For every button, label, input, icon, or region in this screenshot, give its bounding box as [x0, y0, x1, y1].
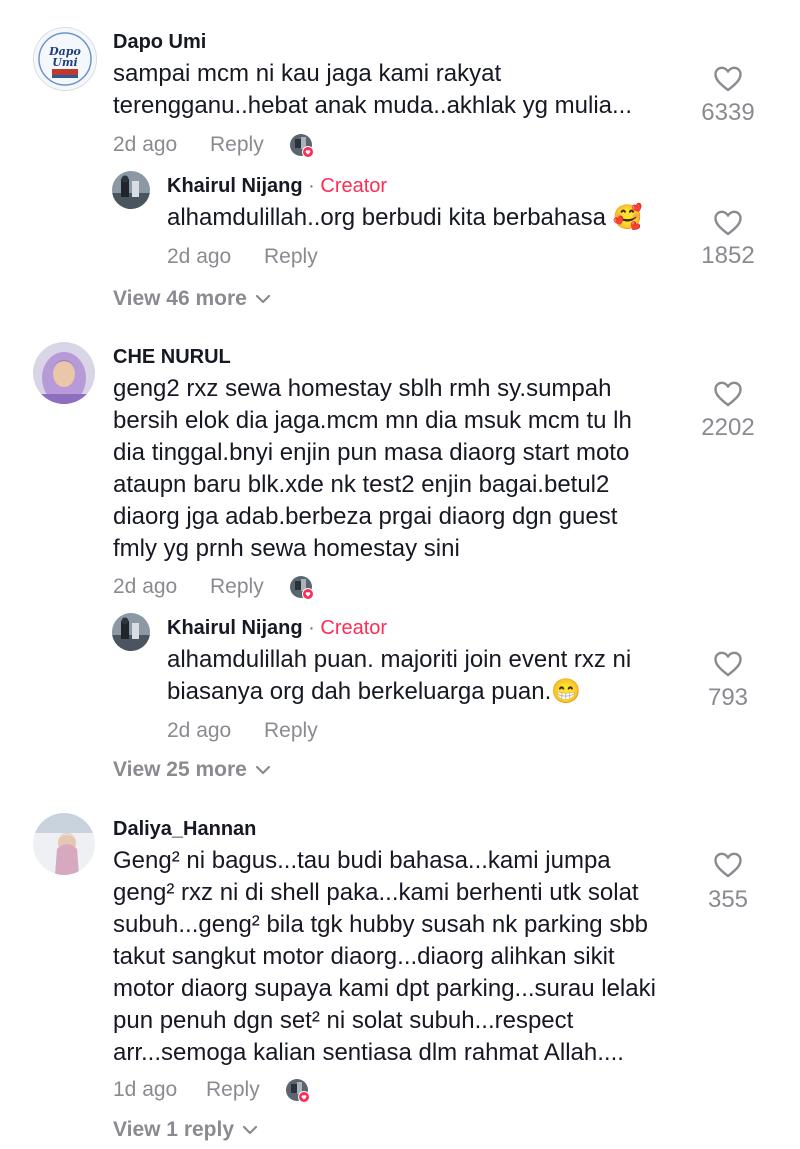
chevron-down-icon — [242, 1126, 258, 1135]
creator-label: Creator — [320, 175, 388, 197]
comment-timestamp: 2d ago — [113, 133, 178, 156]
comment-text-line: dia tinggal.bnyi enjin pun masa diaorg s… — [113, 439, 630, 466]
separator-dot: · — [308, 617, 315, 639]
view-more-replies-button[interactable]: View 25 more — [113, 758, 271, 782]
like-count: 2202 — [701, 414, 755, 441]
avatar-daliya-hannan[interactable] — [33, 813, 95, 875]
comment-text-line: arr...semoga kalian sentiasa dlm rahmat … — [113, 1039, 624, 1066]
like-count: 6339 — [701, 99, 755, 126]
creator-label: Creator — [320, 617, 388, 639]
reply-username-text[interactable]: Khairul Nijang — [167, 617, 303, 639]
profile-photo-icon — [33, 813, 95, 875]
comment-text-line: geng² rxz ni di shell paka...kami berhen… — [113, 879, 639, 906]
profile-photo-icon — [112, 171, 150, 209]
comment-text-line: motor diaorg supaya kami dpt parking...s… — [113, 975, 656, 1002]
comment-text-line: geng2 rxz sewa homestay sblh rmh sy.sump… — [113, 375, 612, 402]
chevron-down-icon — [255, 295, 270, 304]
avatar-che-nurul[interactable] — [33, 342, 95, 404]
comment-text-line: subuh...geng² bila tgk hubby susah nk pa… — [113, 911, 649, 938]
comment-text-line: Geng² ni bagus...tau budi bahasa...kami … — [113, 847, 611, 874]
reply-timestamp: 2d ago — [167, 245, 232, 268]
comment-timestamp: 2d ago — [113, 575, 178, 598]
profile-photo-icon — [33, 342, 95, 404]
heart-outline-icon[interactable] — [714, 66, 742, 92]
like-count: 355 — [707, 886, 749, 913]
comment-username[interactable]: Dapo Umi — [113, 31, 206, 54]
chevron-down-icon — [255, 766, 270, 775]
reply-button[interactable]: Reply — [210, 133, 264, 157]
creator-liked-badge-icon — [285, 1078, 310, 1103]
reply-text-line: alhamdulillah puan. majoriti join event … — [167, 646, 632, 673]
comment-text-line: bersih elok dia jaga.mcm mn dia msuk mcm… — [113, 407, 632, 434]
view-more-label[interactable]: View 25 more — [113, 758, 247, 781]
comment-username[interactable]: CHE NURUL — [113, 346, 231, 369]
comment-text-line: takut sangkut motor diaorg...diaorg alih… — [113, 943, 615, 970]
reply-text-line: biasanya org dah berkeluarga puan.😁 — [167, 678, 582, 705]
view-more-label[interactable]: View 46 more — [113, 287, 247, 310]
reply-timestamp: 2d ago — [167, 719, 232, 742]
reply-username-text[interactable]: Khairul Nijang — [167, 175, 303, 197]
creator-liked-badge-icon — [289, 133, 314, 158]
heart-outline-icon[interactable] — [714, 381, 742, 407]
reply-button[interactable]: Reply — [264, 245, 318, 269]
reply-button[interactable]: Reply — [264, 719, 318, 743]
heart-outline-icon[interactable] — [714, 651, 742, 677]
reply-button[interactable]: Reply — [210, 575, 264, 599]
reply-text-line: alhamdulillah..org berbudi kita berbahas… — [167, 204, 643, 231]
comment-text-line: pun penuh dgn set² ni solat subuh...resp… — [113, 1007, 574, 1034]
profile-photo-icon — [112, 613, 150, 651]
comment-timestamp: 1d ago — [113, 1078, 178, 1101]
dapo-umi-logo-icon: Dapo Umi — [34, 28, 96, 90]
comment-text-line: terengganu..hebat anak muda..akhlak yg m… — [113, 92, 632, 119]
view-more-replies-button[interactable]: View 1 reply — [113, 1118, 258, 1142]
like-count: 1852 — [701, 242, 755, 269]
reply-username[interactable]: Khairul Nijang · Creator — [167, 175, 387, 198]
view-more-label[interactable]: View 1 reply — [113, 1118, 234, 1141]
comment-text-line: sampai mcm ni kau jaga kami rakyat — [113, 60, 502, 87]
view-more-replies-button[interactable]: View 46 more — [113, 287, 271, 311]
like-count: 793 — [707, 684, 749, 711]
reply-button[interactable]: Reply — [206, 1078, 260, 1102]
heart-outline-icon[interactable] — [714, 852, 742, 878]
comment-text-line: fmly yg prnh sewa homestay sini — [113, 535, 460, 562]
heart-outline-icon[interactable] — [714, 210, 742, 236]
comment-text-line: diaorg jga adab.berbeza prgai diaorg dgn… — [113, 503, 618, 530]
comment-username[interactable]: Daliya_Hannan — [113, 818, 256, 841]
reply-username[interactable]: Khairul Nijang · Creator — [167, 617, 387, 640]
svg-text:Umi: Umi — [52, 56, 77, 69]
separator-dot: · — [308, 175, 315, 197]
avatar-khairul-nijang[interactable] — [112, 613, 150, 651]
avatar-khairul-nijang[interactable] — [112, 171, 150, 209]
comment-text-line: ataupn baru blk.xde nk test2 enjin bagai… — [113, 471, 610, 498]
avatar-dapo-umi[interactable]: Dapo Umi — [33, 27, 97, 91]
creator-liked-badge-icon — [289, 575, 314, 600]
